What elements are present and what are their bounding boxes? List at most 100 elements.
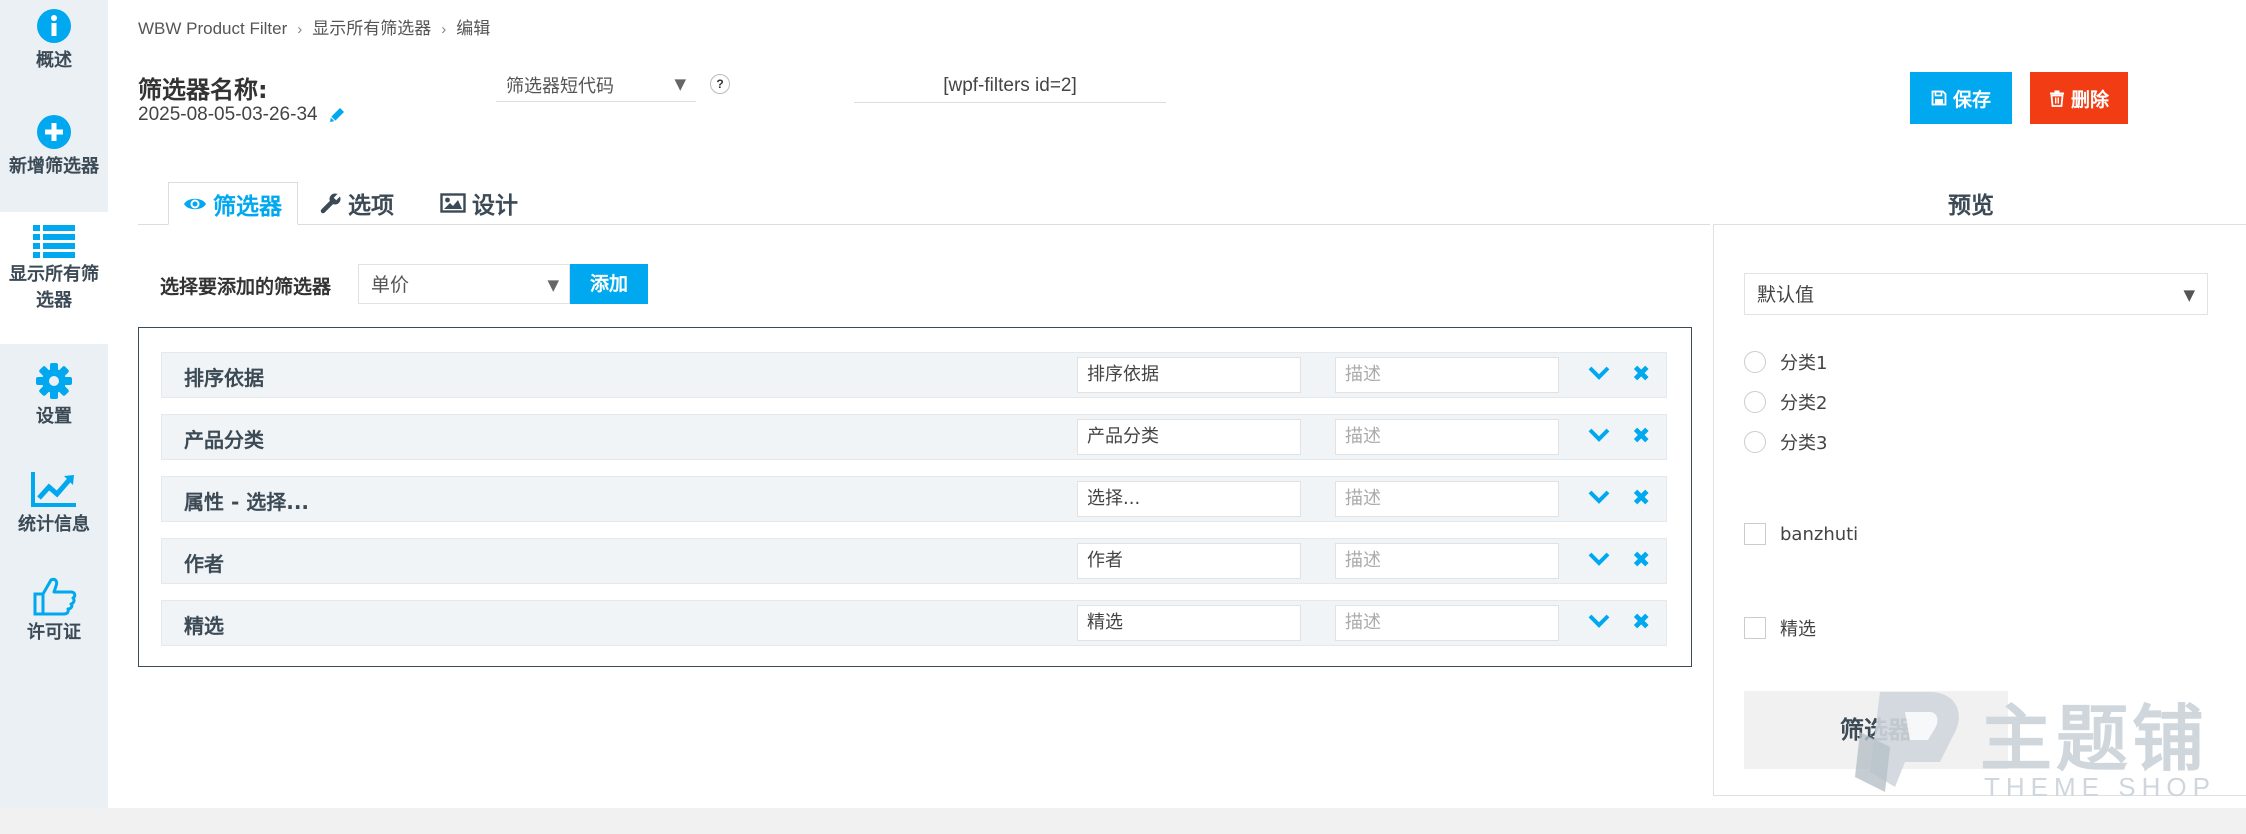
gear-icon [36, 363, 72, 399]
caret-down-icon: ▼ [547, 276, 559, 294]
close-icon[interactable]: ✖ [1632, 364, 1650, 386]
sidebar-item-statistics[interactable]: 统计信息 [0, 470, 108, 538]
chevron-right-icon: › [441, 21, 447, 38]
preview-panel: 默认值 ▼ 分类1 分类2 分类3 banzhuti 精选 筛选器 [1713, 224, 2246, 796]
close-icon[interactable]: ✖ [1632, 550, 1650, 572]
filter-row[interactable]: 属性 - 选择... 选择... 描述 ✖ [161, 476, 1667, 522]
close-icon[interactable]: ✖ [1632, 426, 1650, 448]
breadcrumb-item-edit: 编辑 [456, 19, 491, 38]
sidebar-item-label: 显示所有筛选器 [9, 264, 99, 311]
radio-circle[interactable] [1744, 391, 1766, 413]
preview-sort-value: 默认值 [1757, 284, 1815, 306]
sidebar-item-overview[interactable]: 概述 [0, 8, 108, 74]
breadcrumb-item-all-filters[interactable]: 显示所有筛选器 [312, 19, 431, 38]
preview-radio-category[interactable]: 分类3 [1744, 429, 1827, 455]
chevron-down-icon[interactable] [1587, 365, 1611, 381]
filter-name-label: 筛选器名称: [138, 76, 268, 104]
filter-row-title: 产品分类 [184, 428, 264, 452]
tab-filters-label: 筛选器 [213, 193, 282, 220]
add-filter-button[interactable]: 添加 [570, 264, 648, 304]
preview-radio-category[interactable]: 分类1 [1744, 349, 1827, 375]
filter-row[interactable]: 精选 精选 描述 ✖ [161, 600, 1667, 646]
sidebar-item-label: 新增筛选器 [9, 156, 99, 177]
bottom-strip [0, 808, 2246, 834]
shortcode-type-select[interactable]: 筛选器短代码 ▼ [496, 68, 696, 102]
delete-label: 删除 [2070, 88, 2109, 111]
caret-down-icon: ▼ [674, 75, 686, 93]
add-filter-select-value: 单价 [371, 274, 410, 296]
filter-description-input[interactable]: 描述 [1335, 481, 1559, 517]
chevron-down-icon[interactable] [1587, 551, 1611, 567]
tabs-divider [138, 224, 1710, 225]
preview-sort-select[interactable]: 默认值 ▼ [1744, 273, 2208, 315]
preview-radio-category[interactable]: 分类2 [1744, 389, 1827, 415]
close-icon[interactable]: ✖ [1632, 612, 1650, 634]
chevron-down-icon[interactable] [1587, 489, 1611, 505]
filter-description-input[interactable]: 描述 [1335, 543, 1559, 579]
plus-circle-icon [37, 115, 71, 149]
image-icon [440, 193, 466, 213]
close-icon[interactable]: ✖ [1632, 488, 1650, 510]
filter-name-value: 2025-08-05-03-26-34 [138, 104, 346, 126]
chevron-down-icon[interactable] [1587, 427, 1611, 443]
preview-checkbox-featured[interactable]: 精选 [1744, 615, 1816, 641]
filter-description-input[interactable]: 描述 [1335, 605, 1559, 641]
delete-button[interactable]: 删除 [2030, 72, 2128, 124]
radio-label: 分类1 [1780, 353, 1828, 374]
checkbox[interactable] [1744, 617, 1766, 639]
filter-description-input[interactable]: 描述 [1335, 357, 1559, 393]
sidebar-item-settings[interactable]: 设置 [0, 362, 108, 430]
help-icon[interactable]: ? [710, 74, 730, 94]
sidebar-item-label: 统计信息 [18, 514, 90, 535]
caret-down-icon: ▼ [2183, 286, 2195, 304]
preview-title: 预览 [1948, 193, 1994, 219]
filter-row[interactable]: 排序依据 排序依据 描述 ✖ [161, 352, 1667, 398]
radio-circle[interactable] [1744, 351, 1766, 373]
filter-row-title: 排序依据 [184, 366, 264, 390]
radio-label: 分类3 [1780, 433, 1828, 454]
breadcrumb: WBW Product Filter › 显示所有筛选器 › 编辑 [138, 14, 490, 39]
preview-checkbox-author[interactable]: banzhuti [1744, 523, 1858, 545]
checkbox-label: banzhuti [1780, 523, 1859, 545]
checkbox-label: 精选 [1780, 619, 1816, 640]
shortcode-type-value: 筛选器短代码 [506, 75, 614, 97]
filter-row-title: 属性 - 选择... [184, 490, 310, 514]
sidebar-item-label: 许可证 [27, 622, 81, 643]
eye-icon [184, 198, 206, 209]
filter-row[interactable]: 作者 作者 描述 ✖ [161, 538, 1667, 584]
sidebar-item-all-filters[interactable]: 显示所有筛选器 [0, 212, 108, 344]
info-icon [37, 9, 71, 43]
tab-design[interactable]: 设计 [426, 182, 532, 224]
chart-line-icon [31, 472, 76, 507]
filter-title-input[interactable]: 作者 [1077, 543, 1301, 579]
checkbox[interactable] [1744, 523, 1766, 545]
sidebar: 概述 新增筛选器 显示所有筛选器 设置 统计信息 许可证 [0, 0, 108, 808]
sidebar-item-new-filter[interactable]: 新增筛选器 [0, 114, 108, 180]
thumbs-up-icon [33, 577, 77, 616]
add-filter-select[interactable]: 单价 ▼ [358, 264, 570, 304]
sidebar-item-license[interactable]: 许可证 [0, 576, 108, 646]
filter-row[interactable]: 产品分类 产品分类 描述 ✖ [161, 414, 1667, 460]
filter-title-input[interactable]: 产品分类 [1077, 419, 1301, 455]
pencil-icon[interactable] [328, 106, 346, 124]
save-button[interactable]: 保存 [1910, 72, 2012, 124]
tab-design-label: 设计 [472, 193, 518, 219]
filter-title-input[interactable]: 选择... [1077, 481, 1301, 517]
filters-list: 排序依据 排序依据 描述 ✖ 产品分类 产品分类 描述 ✖ 属性 - 选择...… [138, 327, 1692, 667]
tab-options-label: 选项 [348, 193, 394, 219]
radio-circle[interactable] [1744, 431, 1766, 453]
filter-title-input[interactable]: 排序依据 [1077, 357, 1301, 393]
preview-filter-button[interactable]: 筛选器 [1744, 691, 2008, 769]
wrench-icon [320, 192, 342, 214]
tab-filters[interactable]: 筛选器 [168, 182, 298, 225]
breadcrumb-item-plugin[interactable]: WBW Product Filter [138, 19, 287, 38]
filter-title-input[interactable]: 精选 [1077, 605, 1301, 641]
sidebar-item-label: 设置 [36, 406, 72, 427]
floppy-disk-icon [1931, 90, 1947, 106]
filter-description-input[interactable]: 描述 [1335, 419, 1559, 455]
filter-name-text: 2025-08-05-03-26-34 [138, 104, 318, 125]
trash-icon [2049, 90, 2064, 107]
shortcode-field[interactable]: [wpf-filters id=2] [854, 70, 1166, 103]
chevron-down-icon[interactable] [1587, 613, 1611, 629]
tab-options[interactable]: 选项 [306, 182, 408, 224]
